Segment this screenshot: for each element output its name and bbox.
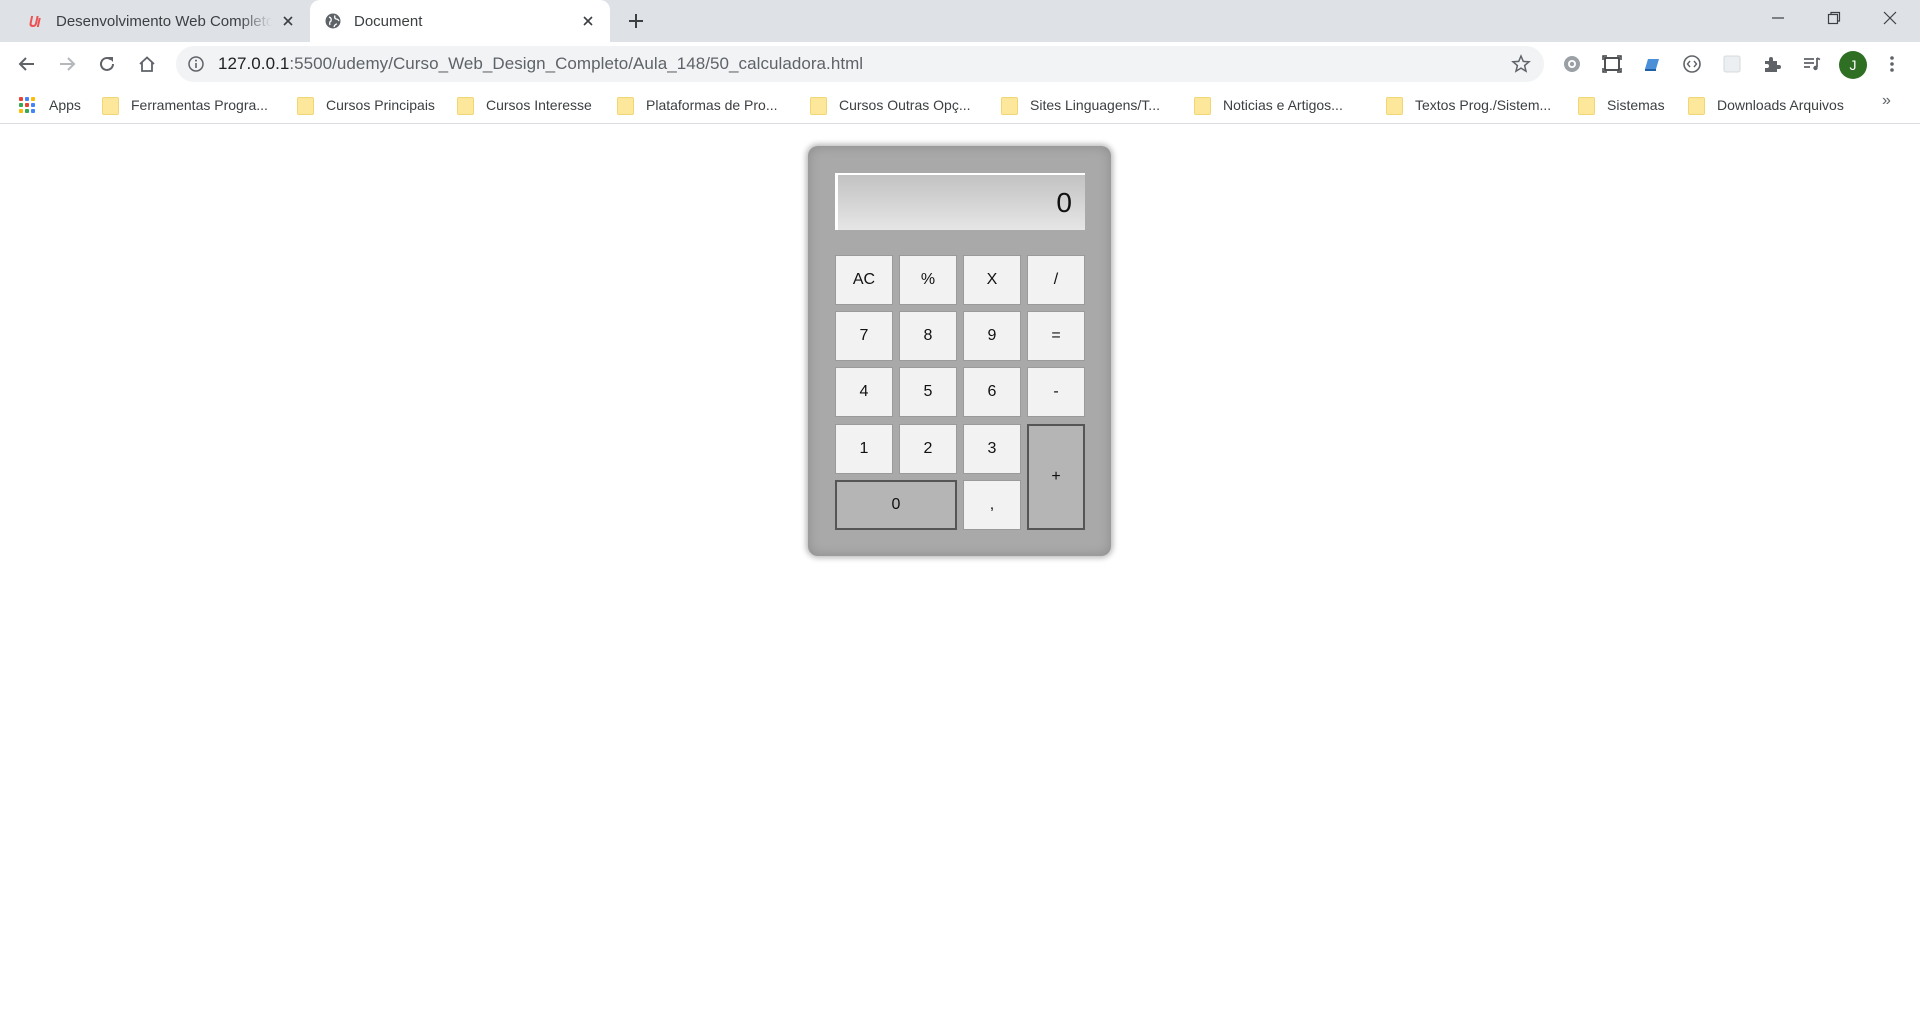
close-window-button[interactable] [1862,0,1918,36]
bookmark-folder[interactable]: Cursos Principais [297,93,435,117]
bookmark-folder[interactable]: Sistemas [1578,93,1665,117]
key-9[interactable]: 9 [963,311,1021,361]
home-icon [139,56,155,72]
folder-icon [1001,97,1018,115]
key-plus[interactable]: + [1027,424,1085,530]
bookmark-label: Plataformas de Pro... [646,97,778,113]
bookmark-folder[interactable]: Downloads Arquivos [1688,93,1844,117]
close-icon [1883,11,1897,25]
extension-gear-icon[interactable] [1558,50,1586,78]
bookmark-label: Downloads Arquivos [1717,97,1844,113]
folder-icon [810,97,827,115]
home-button[interactable] [130,47,164,81]
url-host: 127.0.0.1 [218,54,290,73]
browser-toolbar: 127.0.0.1:5500/udemy/Curso_Web_Design_Co… [0,42,1920,87]
bookmark-star-icon[interactable] [1510,53,1532,75]
apps-grid-icon [19,97,35,113]
key-clear[interactable]: AC [835,255,893,305]
arrow-left-icon [18,57,34,71]
close-tab-icon[interactable] [278,11,298,31]
folder-icon [457,97,474,115]
key-equals[interactable]: = [1027,311,1085,361]
folder-icon [1578,97,1595,115]
bookmark-label: Sistemas [1607,97,1665,113]
bookmark-folder[interactable]: Ferramentas Progra... [102,93,268,117]
folder-icon [102,97,119,115]
folder-icon [1688,97,1705,115]
folder-icon [297,97,314,115]
screenshot-extension-icon[interactable] [1598,50,1626,78]
folder-icon [1194,97,1211,115]
code-extension-icon[interactable] [1678,50,1706,78]
back-button[interactable] [10,47,44,81]
bookmark-folder[interactable]: Cursos Interesse [457,93,592,117]
bookmark-folder[interactable]: Sites Linguagens/T... [1001,93,1160,117]
address-bar[interactable]: 127.0.0.1:5500/udemy/Curso_Web_Design_Co… [176,46,1544,82]
key-2[interactable]: 2 [899,424,957,474]
folder-icon [1386,97,1403,115]
calculator-display: 0 [835,173,1085,230]
arrow-right-icon [60,57,76,71]
bookmark-label: Textos Prog./Sistem... [1415,97,1552,113]
bookmark-apps[interactable]: Apps [19,93,81,117]
key-divide[interactable]: / [1027,255,1085,305]
key-6[interactable]: 6 [963,367,1021,417]
bookmark-folder[interactable]: Plataformas de Pro... [617,93,778,117]
blank-extension-icon[interactable] [1718,50,1746,78]
menu-dots-icon[interactable] [1878,50,1906,78]
bookmark-folder[interactable]: Noticias e Artigos... [1194,93,1343,117]
forward-button[interactable] [50,47,84,81]
bookmark-label: Ferramentas Progra... [131,97,268,113]
tab-title: Document [354,12,423,30]
key-7[interactable]: 7 [835,311,893,361]
key-0[interactable]: 0 [835,480,957,530]
key-multiply[interactable]: X [963,255,1021,305]
bookmark-folder[interactable]: Textos Prog./Sistem... [1386,93,1551,117]
minimize-icon [1772,17,1784,19]
tab-udemy[interactable]: Desenvolvimento Web Completo [12,0,310,42]
bookmark-label: Cursos Interesse [486,97,592,113]
key-5[interactable]: 5 [899,367,957,417]
tab-title: Desenvolvimento Web Completo [56,12,272,30]
bookmark-label: Cursos Outras Opç... [839,97,971,113]
reload-button[interactable] [90,47,124,81]
udemy-icon [26,12,44,30]
tab-strip: Desenvolvimento Web Completo Document [0,0,1920,42]
media-control-icon[interactable] [1798,50,1826,78]
restore-icon [1827,11,1841,25]
minimize-button[interactable] [1750,0,1806,36]
puzzle-icon[interactable] [1758,50,1786,78]
folder-icon [617,97,634,115]
bookmark-folder[interactable]: Cursos Outras Opç... [810,93,970,117]
avatar[interactable]: J [1839,51,1867,79]
restore-button[interactable] [1806,0,1862,36]
close-tab-icon[interactable] [578,11,598,31]
key-3[interactable]: 3 [963,424,1021,474]
bookmark-label: Apps [49,97,81,113]
tab-document[interactable]: Document [310,0,610,42]
bookmark-label: Noticias e Artigos... [1223,97,1343,113]
reload-icon [100,56,114,71]
bookmarks-overflow-button[interactable]: » [1882,92,1891,110]
key-4[interactable]: 4 [835,367,893,417]
bookmark-label: Sites Linguagens/T... [1030,97,1160,113]
info-icon[interactable] [186,54,206,74]
book-extension-icon[interactable] [1638,50,1666,78]
key-8[interactable]: 8 [899,311,957,361]
calculator: 0 AC % X / 7 8 9 = 4 5 6 - 1 2 3 + 0 , [808,146,1111,556]
url-path: :5500/udemy/Curso_Web_Design_Completo/Au… [289,54,864,73]
plus-icon [629,14,643,28]
key-minus[interactable]: - [1027,367,1085,417]
key-1[interactable]: 1 [835,424,893,474]
new-tab-button[interactable] [622,9,650,33]
globe-icon [324,12,342,30]
url-text: 127.0.0.1:5500/udemy/Curso_Web_Design_Co… [218,54,863,74]
key-comma[interactable]: , [963,480,1021,530]
bookmarks-bar: Apps Ferramentas Progra... Cursos Princi… [0,87,1920,124]
bookmark-label: Cursos Principais [326,97,435,113]
key-percent[interactable]: % [899,255,957,305]
